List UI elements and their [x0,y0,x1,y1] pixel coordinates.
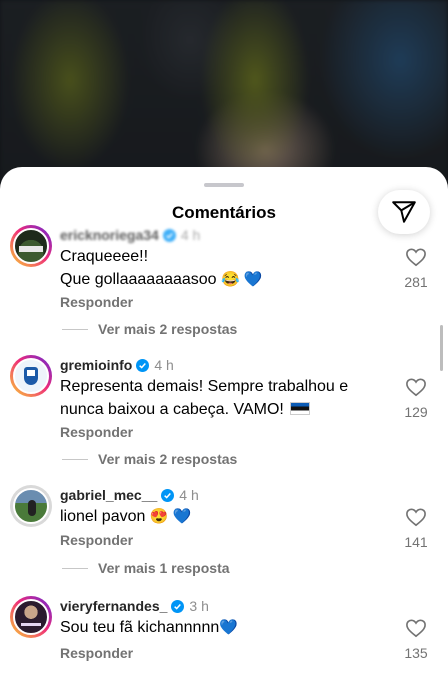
like-count: 141 [404,534,428,550]
heart-icon [406,508,426,527]
username[interactable]: vieryfernandes_ [60,598,167,614]
view-replies-label: Ver mais 2 respostas [98,321,238,337]
comment-header: ericknoriega34 4 h [60,227,200,243]
like-count: 129 [404,404,428,420]
comment-header: gremioinfo 4 h [60,357,174,373]
comment-text: Representa demais! Sempre trabalhou e nu… [60,375,378,421]
view-replies-label: Ver mais 2 respostas [98,451,238,467]
comment-line: Representa demais! Sempre trabalhou e [60,378,349,395]
heart-icon [406,619,426,638]
flag-emoji-icon [290,402,311,415]
avatar[interactable] [10,485,52,527]
timestamp: 4 h [180,227,201,243]
timestamp: 3 h [189,598,209,614]
comment-line-2: nunca baixou a cabeça. VAMO! [60,398,378,421]
view-replies-label: Ver mais 1 resposta [98,560,230,576]
heart-icon [406,248,426,267]
comment-line-text: nunca baixou a cabeça. VAMO! [60,401,284,418]
avatar[interactable] [10,596,52,638]
send-icon [392,201,416,223]
like-button[interactable]: 281 [397,247,435,290]
view-replies-button[interactable]: Ver mais 2 respostas [62,321,237,337]
comment-line-text: Que gollaaaaaaaasoo [60,271,217,288]
verified-badge-icon [162,228,176,242]
emoji-text: 💙 [219,619,238,636]
reply-button[interactable]: Responder [60,645,133,661]
verified-badge-icon [161,488,175,502]
like-button[interactable]: 141 [397,507,435,550]
comment-line-text: lionel pavon [60,508,146,525]
view-replies-button[interactable]: Ver mais 2 respostas [62,451,237,467]
like-count: 135 [404,645,428,661]
comment-header: vieryfernandes_ 3 h [60,598,209,614]
username[interactable]: ericknoriega34 [60,227,159,243]
comment-line-text: Sou teu fã kichannnnn [60,619,220,636]
like-count: 281 [404,274,428,290]
username[interactable]: gremioinfo [60,357,132,373]
timestamp: 4 h [154,357,174,373]
timestamp: 4 h [179,487,199,503]
comments-sheet: Comentários ericknoriega34 4 h Craqueeee… [0,167,448,675]
reply-button[interactable]: Responder [60,424,133,440]
divider-line [62,567,88,569]
reply-button[interactable]: Responder [60,294,133,310]
comment-line-2: Que gollaaaaaaaasoo 😂 💙 [60,268,378,291]
comment-line: lionel pavon 😍 💙 [60,505,378,528]
emoji-text: 😍 💙 [149,508,192,525]
comment-text: Sou teu fã kichannnnn💙 [60,616,378,639]
verified-badge-icon [136,358,150,372]
reply-button[interactable]: Responder [60,532,133,548]
emoji-text: 😂 💙 [221,271,263,288]
comment-line: Craqueeee!! [60,248,149,265]
divider-line [62,458,88,460]
verified-badge-icon [171,599,185,613]
scrollbar[interactable] [440,325,443,371]
comment-text: lionel pavon 😍 💙 [60,505,378,528]
comment-header: gabriel_mec__ 4 h [60,487,199,503]
like-button[interactable]: 135 [397,618,435,661]
heart-icon [406,378,426,397]
avatar[interactable] [10,355,52,397]
send-button[interactable] [378,190,430,234]
divider-line [62,328,88,330]
comment-line: Sou teu fã kichannnnn💙 [60,616,378,639]
avatar[interactable] [10,225,52,267]
like-button[interactable]: 129 [397,377,435,420]
username[interactable]: gabriel_mec__ [60,487,157,503]
comment-text: Craqueeee!! Que gollaaaaaaaasoo 😂 💙 [60,245,378,291]
sheet-grabber[interactable] [204,183,244,187]
view-replies-button[interactable]: Ver mais 1 resposta [62,560,230,576]
